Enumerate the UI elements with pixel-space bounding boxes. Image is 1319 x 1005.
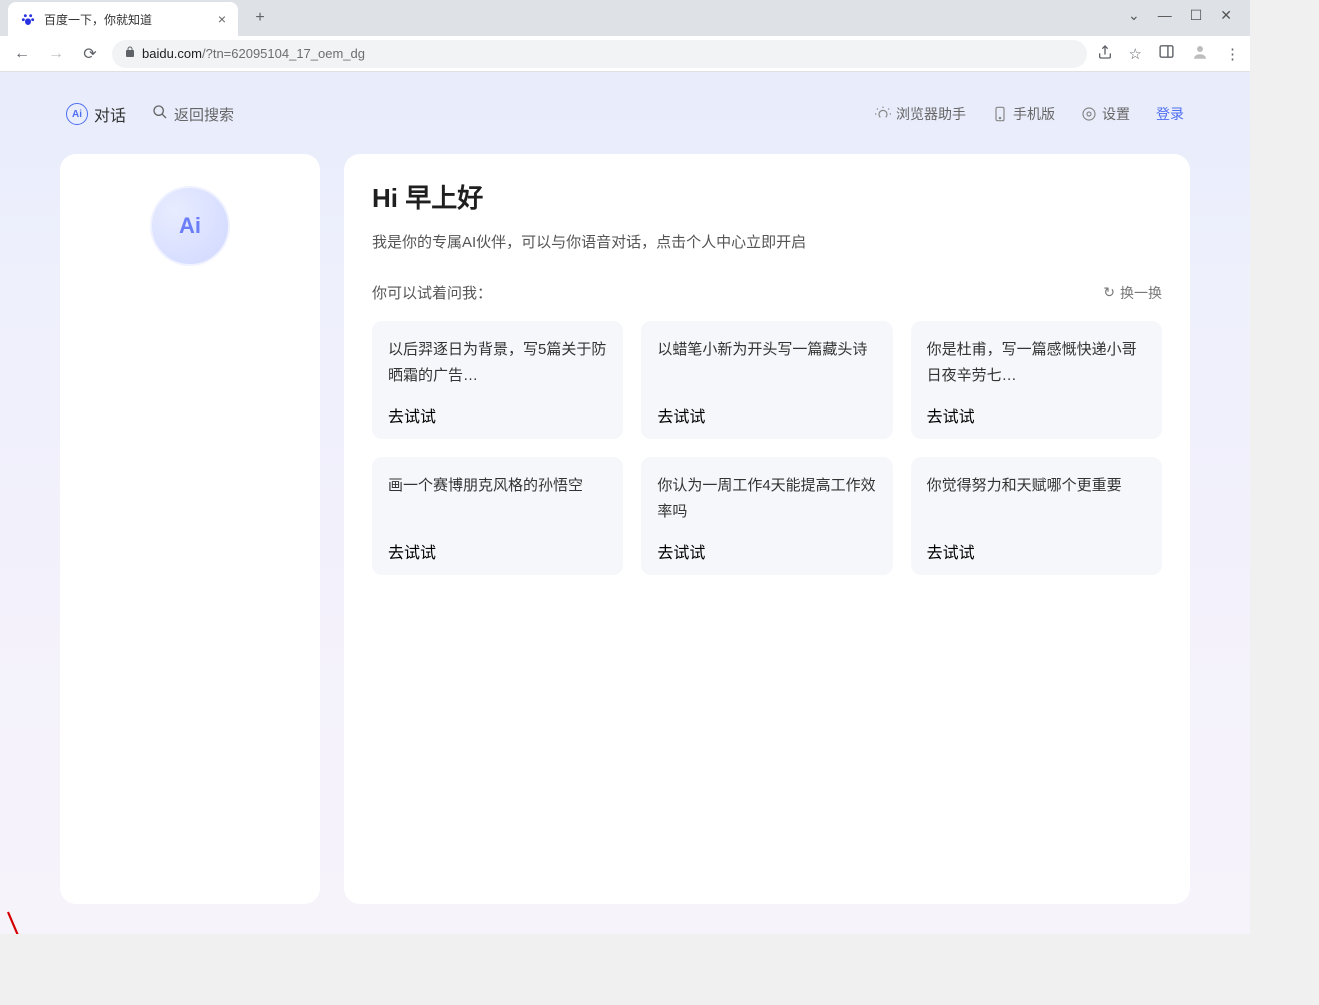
suggestion-text: 你是杜甫，写一篇感慨快递小哥日夜辛劳七… bbox=[927, 337, 1146, 403]
window-dropdown-icon[interactable]: ⌄ bbox=[1128, 7, 1140, 24]
suggestion-text: 你认为一周工作4天能提高工作效率吗 bbox=[657, 473, 876, 539]
url-text: baidu.com/?tn=62095104_17_oem_dg bbox=[142, 46, 365, 61]
suggestion-card[interactable]: 以后羿逐日为背景，写5篇关于防晒霜的广告…去试试 bbox=[372, 321, 623, 439]
browser-helper-label: 浏览器助手 bbox=[896, 104, 966, 124]
try-label: 你可以试着问我： bbox=[372, 282, 492, 303]
bookmark-icon[interactable]: ☆ bbox=[1129, 45, 1142, 63]
try-button[interactable]: 去试试 bbox=[657, 539, 876, 563]
search-icon bbox=[152, 104, 168, 124]
forward-button[interactable]: → bbox=[44, 45, 68, 63]
suggestion-card[interactable]: 以蜡笔小新为开头写一篇藏头诗去试试 bbox=[641, 321, 892, 439]
settings-link[interactable]: 设置 bbox=[1081, 104, 1130, 124]
window-controls: ⌄ — ☐ ✕ bbox=[1128, 0, 1250, 30]
mobile-label: 手机版 bbox=[1013, 104, 1055, 124]
suggestion-card[interactable]: 你认为一周工作4天能提高工作效率吗去试试 bbox=[641, 457, 892, 575]
suggestion-text: 你觉得努力和天赋哪个更重要 bbox=[927, 473, 1146, 539]
left-panel: Ai bbox=[60, 154, 320, 904]
page-top-nav: Ai 对话 返回搜索 浏览器助手 手机版 bbox=[60, 92, 1190, 136]
try-button[interactable]: 去试试 bbox=[388, 403, 607, 427]
window-minimize-icon[interactable]: — bbox=[1158, 7, 1172, 23]
browser-tab-bar: 百度一下，你就知道 × + bbox=[0, 0, 1250, 36]
try-button[interactable]: 去试试 bbox=[388, 539, 607, 563]
main-row: Ai Hi 早上好 我是你的专属AI伙伴，可以与你语音对话，点击个人中心立即开启… bbox=[60, 154, 1190, 904]
login-label: 登录 bbox=[1156, 104, 1184, 124]
try-button[interactable]: 去试试 bbox=[927, 539, 1146, 563]
back-search-label: 返回搜索 bbox=[174, 104, 234, 125]
reload-button[interactable]: ⟳ bbox=[78, 44, 102, 64]
settings-label: 设置 bbox=[1102, 104, 1130, 124]
tab-close-icon[interactable]: × bbox=[218, 11, 226, 27]
sidepanel-icon[interactable] bbox=[1158, 43, 1175, 64]
chat-tab[interactable]: Ai 对话 bbox=[66, 102, 126, 126]
refresh-label: 换一换 bbox=[1120, 283, 1162, 303]
ai-badge-icon: Ai bbox=[66, 103, 88, 125]
address-bar: ← → ⟳ baidu.com/?tn=62095104_17_oem_dg ☆… bbox=[0, 36, 1250, 72]
profile-icon[interactable] bbox=[1191, 43, 1209, 65]
try-button[interactable]: 去试试 bbox=[927, 403, 1146, 427]
back-to-search[interactable]: 返回搜索 bbox=[152, 104, 234, 125]
page-viewport: Ai 对话 返回搜索 浏览器助手 手机版 bbox=[0, 72, 1250, 934]
window-close-icon[interactable]: ✕ bbox=[1220, 7, 1232, 24]
browser-helper-link[interactable]: 浏览器助手 bbox=[875, 104, 966, 124]
window-maximize-icon[interactable]: ☐ bbox=[1190, 7, 1203, 24]
browser-tab[interactable]: 百度一下，你就知道 × bbox=[8, 2, 238, 36]
new-tab-button[interactable]: + bbox=[246, 9, 274, 27]
refresh-icon: ↻ bbox=[1103, 284, 1115, 301]
suggestion-text: 画一个赛博朋克风格的孙悟空 bbox=[388, 473, 607, 539]
suggestion-card[interactable]: 画一个赛博朋克风格的孙悟空去试试 bbox=[372, 457, 623, 575]
menu-icon[interactable]: ⋮ bbox=[1225, 45, 1240, 63]
address-bar-actions: ☆ ⋮ bbox=[1097, 43, 1240, 65]
mobile-link[interactable]: 手机版 bbox=[992, 104, 1055, 124]
url-box[interactable]: baidu.com/?tn=62095104_17_oem_dg bbox=[112, 40, 1087, 68]
suggestion-grid: 以后羿逐日为背景，写5篇关于防晒霜的广告…去试试以蜡笔小新为开头写一篇藏头诗去试… bbox=[372, 321, 1162, 575]
suggestion-text: 以后羿逐日为背景，写5篇关于防晒霜的广告… bbox=[388, 337, 607, 403]
login-link[interactable]: 登录 bbox=[1156, 104, 1184, 124]
chat-tab-label: 对话 bbox=[94, 102, 126, 126]
ai-avatar-icon: Ai bbox=[150, 186, 230, 266]
tab-title: 百度一下，你就知道 bbox=[44, 11, 210, 28]
right-panel: Hi 早上好 我是你的专属AI伙伴，可以与你语音对话，点击个人中心立即开启 你可… bbox=[344, 154, 1190, 904]
refresh-button[interactable]: ↻ 换一换 bbox=[1103, 283, 1162, 303]
lock-icon bbox=[124, 46, 136, 61]
baidu-favicon-icon bbox=[20, 11, 36, 27]
greeting-subtitle: 我是你的专属AI伙伴，可以与你语音对话，点击个人中心立即开启 bbox=[372, 231, 1162, 252]
suggestion-text: 以蜡笔小新为开头写一篇藏头诗 bbox=[657, 337, 876, 403]
back-button[interactable]: ← bbox=[10, 45, 34, 63]
greeting-title: Hi 早上好 bbox=[372, 178, 1162, 215]
share-icon[interactable] bbox=[1097, 44, 1113, 64]
annotation-arrow bbox=[0, 904, 110, 934]
try-button[interactable]: 去试试 bbox=[657, 403, 876, 427]
suggestion-card[interactable]: 你觉得努力和天赋哪个更重要去试试 bbox=[911, 457, 1162, 575]
suggestion-card[interactable]: 你是杜甫，写一篇感慨快递小哥日夜辛劳七…去试试 bbox=[911, 321, 1162, 439]
